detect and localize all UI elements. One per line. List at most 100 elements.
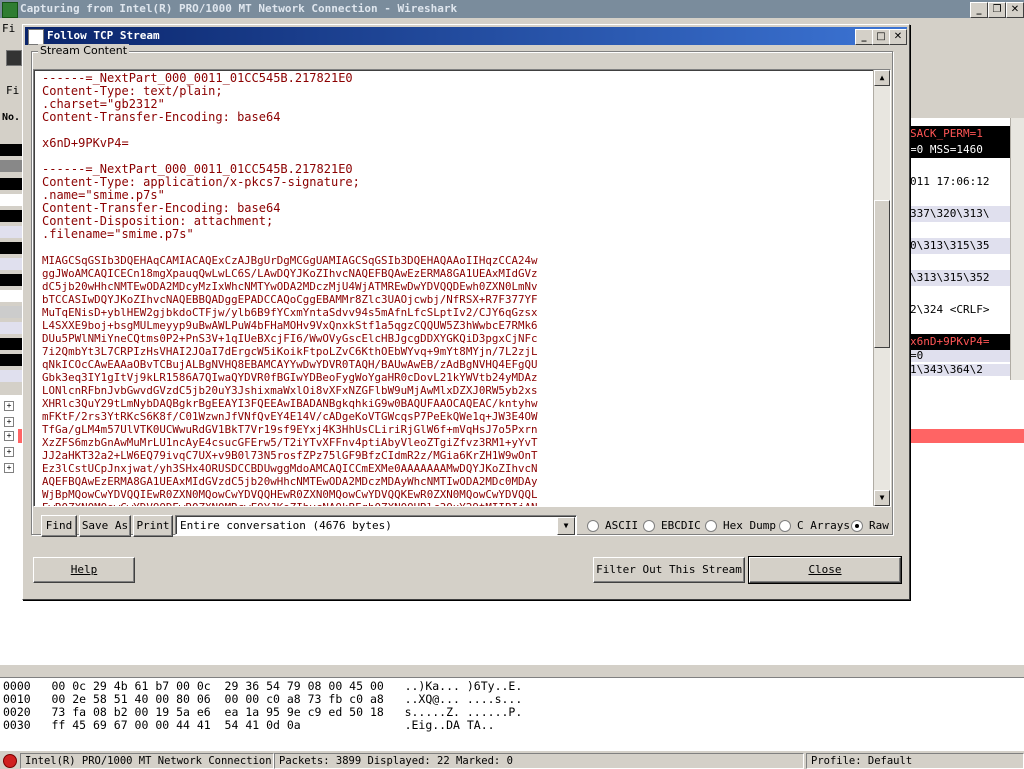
filter-out-stream-button[interactable]: Filter Out This Stream — [593, 557, 745, 583]
packet-info-cell[interactable]: \313\315\352 — [908, 270, 1020, 286]
filter-out-button-label: Filter Out This Stream — [596, 563, 742, 576]
status-profile[interactable]: Profile: Default — [806, 753, 1024, 769]
packet-row[interactable] — [0, 194, 22, 206]
save-as-button[interactable]: Save As — [79, 515, 131, 537]
packet-list-scrollbar[interactable] — [1010, 118, 1024, 380]
packet-row[interactable] — [0, 274, 22, 286]
main-titlebar: Capturing from Intel(R) PRO/1000 MT Netw… — [0, 0, 1024, 18]
packet-info-cell[interactable]: 2\324 <CRLF> — [908, 302, 1020, 318]
minimize-icon[interactable]: _ — [970, 2, 988, 18]
find-button[interactable]: Find — [41, 515, 77, 537]
radio-ebcdic[interactable]: EBCDIC — [643, 519, 701, 533]
capture-stop-icon[interactable] — [3, 754, 17, 768]
stream-base64-line: qNkICOcCAwEAAaOBvTCBujALBgNVHQ8EBAMCAYYw… — [42, 358, 538, 371]
packet-row[interactable] — [0, 178, 22, 190]
stream-base64-line: JJ2aHKT32a2+LW6EQ79ivqC7UX+v9B0l73N5rosf… — [42, 449, 538, 462]
close-icon[interactable]: ✕ — [889, 29, 907, 45]
packet-info-cell[interactable]: =0 MSS=1460 — [908, 142, 1020, 158]
minimize-icon[interactable]: _ — [855, 29, 873, 45]
packet-row[interactable] — [0, 306, 22, 318]
packet-row[interactable] — [0, 160, 22, 172]
packet-row[interactable] — [0, 210, 22, 222]
column-header-no[interactable]: No. — [2, 112, 20, 123]
packet-info-cell[interactable]: =0 — [908, 350, 1020, 362]
stream-base64-line: Ez3lCstUCpJnxjwat/yh3SHx4ORUSDCCBDUwggMd… — [42, 462, 538, 475]
packet-row[interactable] — [0, 144, 22, 156]
scroll-thumb[interactable] — [874, 200, 890, 348]
scroll-down-icon[interactable]: ▼ — [874, 490, 890, 506]
stream-base64-line: DUu5PWlNMiYneCQtms0P2+PnS3V+1qIUeBXcjFI6… — [42, 332, 538, 345]
stream-content-label: Stream Content — [38, 44, 130, 57]
filter-label-fragment: Fi — [6, 84, 20, 97]
packet-info-cell[interactable]: SACK_PERM=1 — [908, 126, 1020, 142]
stream-base64-line: XHRlc3QuY29tLmNybDAQBgkrBgEEAYI3FQEEAwIB… — [42, 397, 538, 410]
stream-base64-line: L4SXXE9boj+bsgMULmeyyp9uBwAWLPuW4bFHaMOH… — [42, 319, 538, 332]
packet-row[interactable] — [0, 338, 22, 350]
expand-icon[interactable]: + — [4, 463, 14, 473]
chevron-down-icon[interactable]: ▼ — [557, 517, 575, 535]
stream-base64-line: dC5jb20wHhcNMTEwODA2MDcyMzIxWhcNMTYwODA2… — [42, 280, 538, 293]
find-button-label: Find — [45, 519, 73, 532]
scroll-up-icon[interactable]: ▲ — [874, 70, 890, 86]
radio-c-arrays-label: C Arrays — [797, 519, 850, 532]
expand-icon[interactable]: + — [4, 431, 14, 441]
wireshark-icon — [2, 2, 18, 18]
close-icon[interactable]: ✕ — [1006, 2, 1024, 18]
expand-icon[interactable]: + — [4, 417, 14, 427]
stream-scrollbar[interactable]: ▲ ▼ — [873, 70, 890, 506]
packet-info-cell[interactable]: 0\313\315\35 — [908, 238, 1020, 254]
radio-hex-dump[interactable]: Hex Dump — [705, 519, 776, 533]
packet-info-cell[interactable]: 337\320\313\ — [908, 206, 1020, 222]
wireshark-icon — [28, 29, 44, 45]
stream-line: x6nD+9PKvP4= — [42, 136, 129, 150]
stream-line — [42, 241, 874, 254]
packet-row[interactable] — [0, 354, 22, 366]
close-button[interactable]: Close — [748, 556, 902, 584]
stream-line: Content-Type: application/x-pkcs7-signat… — [42, 175, 360, 189]
stream-base64-line: XzZFS6mzbGnAwMuMrLU1ncAyE4csucGFErw5/T2i… — [42, 436, 538, 449]
stream-base64-line: Gbk3eq3IY1gItVj9kLR1586A7QIwaQYDVR0fBGIw… — [42, 371, 538, 384]
radio-hex-dump-label: Hex Dump — [723, 519, 776, 532]
stream-base64-line: mFKtF/2rs3YtRKcS6K8f/C01WzwnJfVNfQvEY4E1… — [42, 410, 538, 423]
stream-base64-line: bTCCASIwDQYJKoZIhvcNAQEBBQADggEPADCCAQoC… — [42, 293, 538, 306]
stream-base64-line: MIAGCSqGSIb3DQEHAqCAMIACAQExCzAJBgUrDgMC… — [42, 254, 538, 267]
stream-line — [42, 124, 874, 137]
radio-ebcdic-label: EBCDIC — [661, 519, 701, 532]
packet-bytes-pane: 0000 00 0c 29 4b 61 b7 00 0c 29 36 54 79… — [0, 677, 1024, 750]
toolbar-icon[interactable] — [6, 50, 22, 66]
radio-c-arrays[interactable]: C Arrays — [779, 519, 850, 533]
packet-list-right-edge: SACK_PERM=1 =0 MSS=1460 011 17:06:12 337… — [908, 118, 1024, 398]
help-button[interactable]: Help — [33, 557, 135, 583]
status-packets: Packets: 3899 Displayed: 22 Marked: 0 — [274, 753, 804, 769]
packet-row[interactable] — [0, 258, 22, 270]
stream-base64-line: MuTqENisD+yblHEW2gjbkdoCTFjw/ylb6B9fYCxm… — [42, 306, 538, 319]
save-as-button-label: Save As — [81, 519, 129, 532]
stream-base64-line: WjBpMQowCwYDVQQIEwR0ZXN0MQowCwYDVQQHEwR0… — [42, 488, 538, 501]
packet-info-cell[interactable]: x6nD+9PKvP4= — [908, 334, 1020, 350]
expand-icon[interactable]: + — [4, 447, 14, 457]
print-button[interactable]: Print — [133, 515, 173, 537]
maximize-icon[interactable]: □ — [872, 29, 890, 45]
packet-row[interactable] — [0, 322, 22, 334]
packet-row[interactable] — [0, 370, 22, 382]
print-button-label: Print — [136, 519, 170, 532]
radio-raw[interactable]: Raw — [851, 519, 889, 533]
stream-text: ------=_NextPart_000_0011_01CC545B.21782… — [42, 72, 874, 507]
packet-row[interactable] — [0, 242, 22, 254]
packet-row[interactable] — [0, 290, 22, 302]
stream-base64-line: 7i2QmbYt3L7CRPIzHsVHAI2JOaI7dErgcW5iKoik… — [42, 345, 538, 358]
menu-fragment[interactable]: Fi — [2, 22, 15, 35]
conversation-select[interactable]: Entire conversation (4676 bytes) ▼ — [175, 515, 577, 535]
hex-line: 0030 ff 45 69 67 00 00 44 41 54 41 0d 0a… — [3, 718, 495, 732]
radio-raw-label: Raw — [869, 519, 889, 532]
stream-text-area[interactable]: ------=_NextPart_000_0011_01CC545B.21782… — [33, 69, 891, 507]
expand-icon[interactable]: + — [4, 401, 14, 411]
restore-icon[interactable]: ❐ — [988, 2, 1006, 18]
packet-row[interactable] — [0, 226, 22, 238]
packet-info-cell[interactable]: 011 17:06:12 — [908, 174, 1020, 190]
radio-icon — [705, 520, 717, 532]
radio-ascii[interactable]: ASCII — [587, 519, 638, 533]
packet-info-cell[interactable]: 1\343\364\2 — [908, 364, 1020, 376]
stream-base64-line: ggJWoAMCAQICECn18mgXpauqQwLwLC6S/LAwDQYJ… — [42, 267, 538, 280]
close-button-label: Close — [808, 563, 842, 576]
